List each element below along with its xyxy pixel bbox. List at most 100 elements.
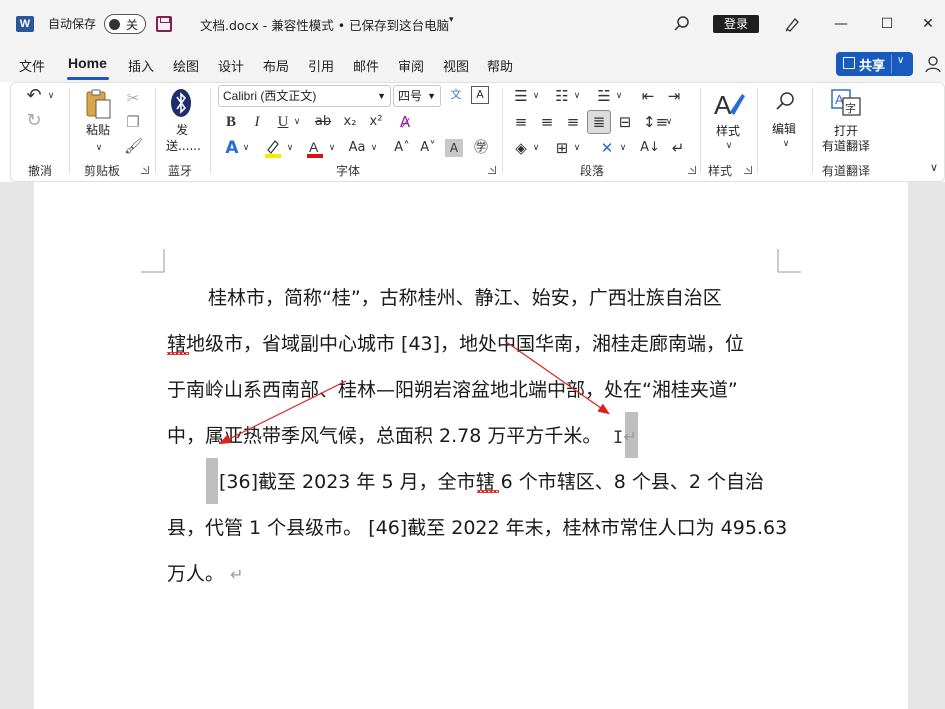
search-icon[interactable]: [672, 14, 692, 34]
tab-design[interactable]: 设计: [218, 56, 244, 75]
chevron-down-icon[interactable]: ∨: [531, 86, 541, 106]
collapse-ribbon-icon[interactable]: ∨: [926, 158, 942, 178]
save-icon[interactable]: [156, 16, 172, 32]
doc-line[interactable]: 万人。 ↵: [167, 551, 243, 598]
borders-icon[interactable]: ⊞: [552, 138, 572, 158]
chevron-down-icon[interactable]: ∨: [92, 138, 106, 158]
align-center-icon[interactable]: ≡: [537, 112, 557, 132]
tab-help[interactable]: 帮助: [487, 56, 513, 75]
line-spacing-icon[interactable]: ↕≡: [643, 112, 668, 132]
styles-icon[interactable]: A: [712, 88, 746, 120]
tab-view[interactable]: 视图: [443, 56, 469, 75]
chevron-down-icon[interactable]: ∨: [664, 112, 674, 132]
increase-indent-icon[interactable]: ⇥: [664, 86, 684, 106]
font-color-icon[interactable]: A: [305, 138, 325, 158]
format-painter-icon[interactable]: 🖌: [124, 136, 143, 156]
shading-icon[interactable]: ◈: [511, 138, 531, 158]
chevron-down-icon[interactable]: ∨: [897, 55, 904, 66]
character-shading-icon[interactable]: A: [445, 139, 463, 157]
font-name-dropdown[interactable]: Calibri (西文正文) ▼: [218, 85, 391, 107]
show-marks-icon[interactable]: ↵: [668, 138, 688, 158]
underline-icon[interactable]: U: [274, 112, 292, 132]
person-icon[interactable]: [925, 55, 943, 73]
character-border-icon[interactable]: A: [471, 86, 489, 104]
chevron-down-icon[interactable]: ∨: [292, 112, 302, 132]
doc-line[interactable]: 辖地级市，省域副中心城市 [43]，地处中国华南，湘桂走廊南端，位: [167, 321, 744, 367]
login-button[interactable]: 登录: [713, 15, 759, 33]
chevron-down-icon[interactable]: ∨: [572, 86, 582, 106]
close-button[interactable]: ✕: [913, 10, 943, 38]
superscript-icon[interactable]: x²: [366, 112, 386, 132]
chevron-down-icon[interactable]: ∨: [46, 86, 56, 106]
clear-formatting-icon[interactable]: A̷: [395, 112, 415, 132]
share-button[interactable]: 共享 ∨: [836, 52, 913, 76]
paste-label[interactable]: 粘贴: [86, 121, 110, 138]
subscript-icon[interactable]: x₂: [340, 112, 360, 132]
bullets-icon[interactable]: ☰: [511, 86, 531, 106]
doc-line[interactable]: 县，代管 1 个县级市。 [46]截至 2022 年末，桂林市常住人口为 495…: [167, 505, 787, 551]
align-left-icon[interactable]: ≡: [511, 112, 531, 132]
distributed-icon[interactable]: ⊟: [615, 112, 635, 132]
chevron-down-icon[interactable]: ∨: [779, 134, 793, 154]
paste-icon[interactable]: [84, 88, 114, 120]
chevron-down-icon[interactable]: ∨: [531, 138, 541, 158]
tab-insert[interactable]: 插入: [128, 56, 154, 75]
bold-icon[interactable]: B: [222, 112, 240, 132]
highlighter-icon[interactable]: [263, 138, 283, 158]
change-case-icon[interactable]: Aa: [345, 138, 369, 158]
tab-review[interactable]: 审阅: [398, 56, 424, 75]
dialog-launcher-icon[interactable]: [744, 166, 752, 174]
font-size-dropdown[interactable]: 四号 ▼: [393, 85, 441, 107]
dialog-launcher-icon[interactable]: [488, 166, 496, 174]
shrink-font-icon[interactable]: A˅: [418, 138, 438, 158]
strikethrough-icon[interactable]: ab: [313, 112, 333, 132]
dialog-launcher-icon[interactable]: [688, 166, 696, 174]
doc-line[interactable]: [36]截至 2023 年 5 月，全市辖 6 个市辖区、8 个县、2 个自治: [167, 459, 764, 505]
chevron-down-icon[interactable]: ∨: [722, 136, 736, 156]
maximize-button[interactable]: ☐: [872, 10, 902, 38]
align-right-icon[interactable]: ≡: [563, 112, 583, 132]
bluetooth-icon[interactable]: [170, 88, 192, 118]
chevron-down-icon[interactable]: ∨: [285, 138, 295, 158]
dialog-launcher-icon[interactable]: [141, 166, 149, 174]
chevron-down-icon[interactable]: ∨: [369, 138, 379, 158]
chinese-layout-icon[interactable]: ✕: [596, 138, 618, 158]
text-effects-icon[interactable]: A: [222, 138, 242, 158]
doc-line[interactable]: 中，属亚热带季风气候，总面积 2.78 万平方千米。 ↵: [167, 413, 637, 460]
phonetic-guide-icon[interactable]: 文: [446, 85, 466, 105]
redo-icon[interactable]: ↻: [24, 111, 44, 131]
chevron-down-icon[interactable]: ∨: [614, 86, 624, 106]
copy-icon[interactable]: ❐: [124, 112, 142, 132]
doc-line[interactable]: 桂林市，简称“桂”，古称桂州、静江、始安，广西壮族自治区: [167, 275, 722, 321]
autosave-toggle[interactable]: 关: [104, 14, 146, 34]
tab-references[interactable]: 引用: [308, 56, 334, 75]
decrease-indent-icon[interactable]: ⇤: [638, 86, 658, 106]
enclose-characters-icon[interactable]: ㊫: [471, 138, 491, 158]
editing-search-icon[interactable]: [775, 90, 797, 112]
youdao-label[interactable]: 有道翻译: [822, 137, 870, 154]
chevron-down-icon[interactable]: ∨: [572, 138, 582, 158]
chevron-down-icon[interactable]: ∨: [618, 138, 628, 158]
italic-icon[interactable]: I: [248, 112, 266, 132]
grow-font-icon[interactable]: A˄: [392, 138, 412, 158]
chevron-down-icon[interactable]: ▾: [449, 15, 454, 25]
cut-icon[interactable]: ✂: [124, 88, 142, 108]
sort-icon[interactable]: A↓: [640, 138, 660, 158]
document-title[interactable]: 文档.docx - 兼容性模式 • 已保存到这台电脑: [200, 15, 449, 34]
tab-draw[interactable]: 绘图: [173, 56, 199, 75]
minimize-button[interactable]: —: [826, 10, 856, 38]
chevron-down-icon[interactable]: ∨: [241, 138, 251, 158]
tab-home[interactable]: Home: [68, 55, 107, 71]
multilevel-list-icon[interactable]: ☱: [594, 86, 614, 106]
pen-icon[interactable]: [782, 14, 802, 34]
translate-icon[interactable]: A字: [830, 88, 862, 118]
tab-file[interactable]: 文件: [19, 56, 45, 75]
justify-icon[interactable]: ≣: [589, 112, 609, 132]
send-label-2[interactable]: 送......: [166, 137, 201, 154]
tab-layout[interactable]: 布局: [263, 56, 289, 75]
undo-icon[interactable]: ↶: [24, 86, 44, 106]
chevron-down-icon[interactable]: ∨: [327, 138, 337, 158]
doc-line[interactable]: 于南岭山系西南部、桂林—阳朔岩溶盆地北端中部，处在“湘桂夹道”: [167, 367, 738, 413]
tab-mailings[interactable]: 邮件: [353, 56, 379, 75]
send-label[interactable]: 发: [176, 121, 188, 138]
